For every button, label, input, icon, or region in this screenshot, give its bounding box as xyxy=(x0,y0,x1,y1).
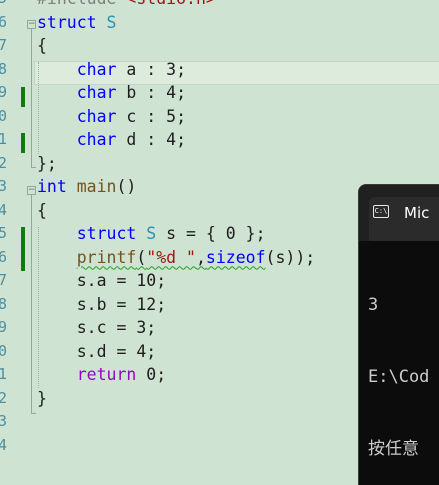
code-text: char b : 4; xyxy=(37,81,186,104)
line-number: 6 xyxy=(0,12,8,31)
code-text: return 0; xyxy=(37,363,166,386)
code-token: printf xyxy=(76,247,137,267)
code-token: () xyxy=(116,177,137,196)
code-token: sizeof xyxy=(205,247,266,267)
line-number: 3 xyxy=(0,177,8,195)
code-text: { xyxy=(37,199,47,222)
code-text: printf("%d ",sizeof(s)); xyxy=(37,246,315,269)
line-number: 5 xyxy=(0,0,8,8)
line-number: 4 xyxy=(0,200,8,219)
line-number: 8 xyxy=(0,294,8,313)
console-output-line: E:\Cod xyxy=(368,367,430,387)
code-token: }; xyxy=(37,153,57,173)
code-text: { xyxy=(37,34,47,57)
code-token: <stdio.h> xyxy=(126,0,215,8)
line-number: 7 xyxy=(0,271,8,289)
code-token: struct xyxy=(76,224,137,243)
code-token: return xyxy=(76,365,137,384)
code-line[interactable]: 6 struct S xyxy=(0,11,439,34)
code-token: d : 4; xyxy=(116,130,187,149)
code-text: char c : 5; xyxy=(37,105,186,128)
code-token: #include xyxy=(37,0,126,8)
code-text: char d : 4; xyxy=(37,128,186,151)
console-output-line: 3 xyxy=(368,295,379,315)
code-token: char xyxy=(76,130,117,149)
code-line[interactable]: 2}; xyxy=(0,152,439,175)
code-token: { xyxy=(37,36,47,55)
code-line[interactable]: 1 char d : 4; xyxy=(0,128,439,151)
code-line[interactable]: 9 char b : 4; xyxy=(0,81,439,104)
line-number: 2 xyxy=(0,388,8,407)
code-token: s = { 0 }; xyxy=(156,224,266,243)
line-number: 6 xyxy=(0,247,8,266)
code-text: struct S s = { 0 }; xyxy=(37,222,266,245)
code-token: int xyxy=(37,177,67,196)
code-text: s.d = 4; xyxy=(37,340,156,363)
line-number: 5 xyxy=(0,224,8,242)
code-text: s.b = 12; xyxy=(37,293,166,316)
line-number: 7 xyxy=(0,36,8,54)
code-text: s.c = 3; xyxy=(37,316,156,339)
console-tab-bar: C:\ Mic xyxy=(359,185,439,241)
line-number: 1 xyxy=(0,365,8,383)
code-text: s.a = 10; xyxy=(37,269,166,292)
cmd-icon: C:\ xyxy=(373,205,389,218)
code-token: { xyxy=(37,200,47,220)
code-token: s.b = 12; xyxy=(37,294,167,314)
code-token: c : 5; xyxy=(116,106,187,126)
code-token: b : 4; xyxy=(116,83,187,102)
code-token: 0; xyxy=(136,365,167,384)
line-number: 2 xyxy=(0,153,8,172)
code-token: a : 3; xyxy=(116,59,187,79)
line-number: 9 xyxy=(0,318,8,336)
code-line[interactable]: 5 #include <stdio.h> xyxy=(0,0,439,10)
code-text: struct S xyxy=(37,11,116,34)
console-title: Mic xyxy=(404,204,430,222)
line-number: 0 xyxy=(0,106,8,125)
code-token: s.c = 3; xyxy=(37,318,157,337)
code-token: main xyxy=(76,177,117,196)
code-text: #include <stdio.h> xyxy=(37,0,216,10)
code-text: }; xyxy=(37,152,57,175)
code-token: S xyxy=(106,12,117,32)
code-token: char xyxy=(76,83,117,102)
code-token: struct xyxy=(37,12,107,32)
line-number: 8 xyxy=(0,59,8,78)
console-output-line: 按任意 xyxy=(368,439,419,459)
code-text: int main() xyxy=(37,175,136,198)
console-window[interactable]: C:\ Mic 3 E:\Cod 按任意 xyxy=(358,184,439,485)
code-token: S xyxy=(146,224,157,243)
code-token: , xyxy=(195,247,206,267)
line-number: 4 xyxy=(0,435,8,454)
code-line[interactable]: 0 char c : 5; xyxy=(0,105,439,128)
line-number: 9 xyxy=(0,83,8,101)
code-token: (s)); xyxy=(265,247,316,267)
code-token: ( xyxy=(136,247,147,267)
line-number: 1 xyxy=(0,130,8,148)
code-token: "%d " xyxy=(146,247,196,267)
console-output: 3 E:\Cod 按任意 xyxy=(368,245,429,485)
line-number: 0 xyxy=(0,341,8,360)
code-text: char a : 3; xyxy=(37,58,186,81)
code-token: s.a = 10; xyxy=(37,271,167,290)
code-token: } xyxy=(37,388,47,408)
line-number: 3 xyxy=(0,412,8,430)
code-line[interactable]: 8 char a : 3; xyxy=(0,58,439,81)
code-token: s.d = 4; xyxy=(37,341,157,361)
code-text: } xyxy=(37,387,47,410)
code-token: char xyxy=(76,59,117,79)
code-token: char xyxy=(76,106,117,126)
code-line[interactable]: 7{ xyxy=(0,34,439,57)
